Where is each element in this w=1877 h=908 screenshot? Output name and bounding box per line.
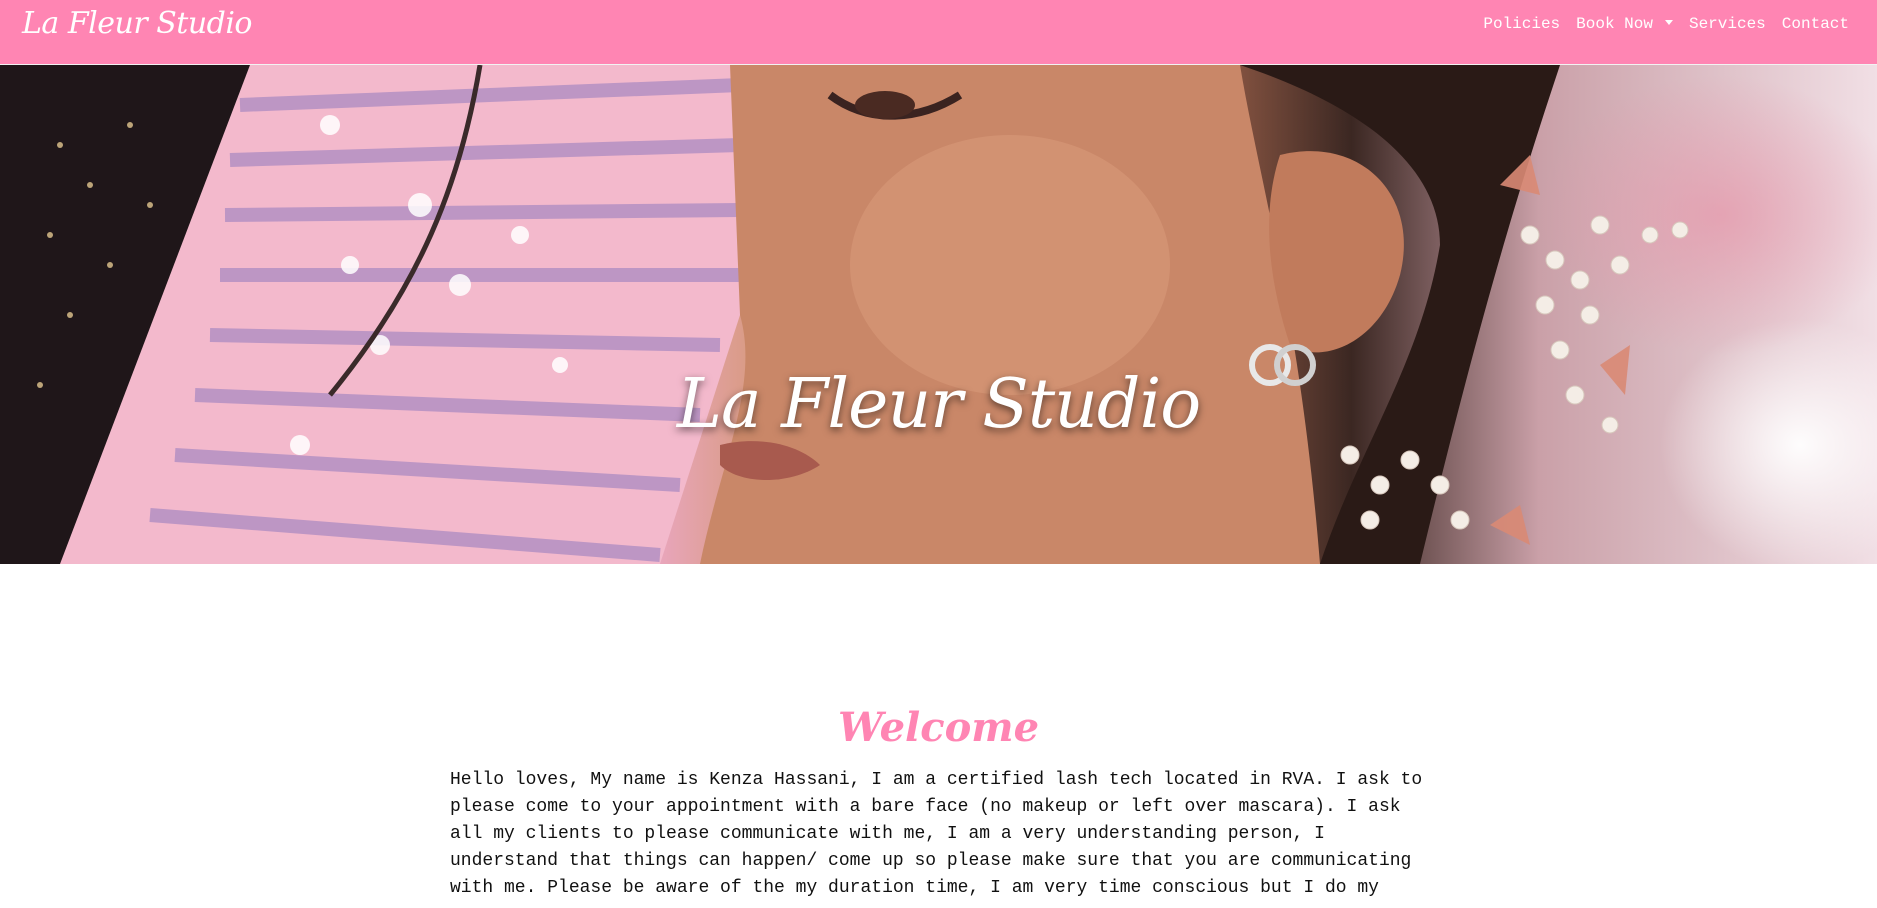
hero-title: La Fleur Studio	[676, 365, 1201, 444]
nav-link-policies-label: Policies	[1483, 15, 1561, 33]
hand-fan-graphic	[0, 65, 741, 564]
nav-link-policies[interactable]: Policies	[1483, 14, 1560, 34]
nav-link-contact[interactable]: Contact	[1782, 14, 1849, 34]
welcome-heading: Welcome	[837, 704, 1040, 752]
nav-link-book-now-dropdown[interactable]: Book Now	[1576, 14, 1673, 34]
intro-paragraph: Hello loves, My name is Kenza Hassani, I…	[450, 770, 1423, 898]
nav-link-book-now-label: Book Now	[1576, 15, 1653, 33]
chevron-down-icon	[1664, 19, 1673, 25]
nav-link-services[interactable]: Services	[1689, 14, 1766, 34]
brand-logo-link[interactable]: La Fleur Studio	[22, 4, 253, 44]
top-navbar: La Fleur Studio Policies Book Now Servic…	[0, 0, 1877, 65]
portrait-face	[700, 65, 1404, 564]
nav-link-services-label: Services	[1688, 15, 1766, 33]
hero-photo	[0, 65, 1689, 564]
hero-banner: La Fleur Studio	[0, 65, 1877, 564]
nav-link-contact-label: Contact	[1781, 15, 1849, 33]
nav-links: Policies Book Now Services Contact	[1483, 14, 1849, 34]
